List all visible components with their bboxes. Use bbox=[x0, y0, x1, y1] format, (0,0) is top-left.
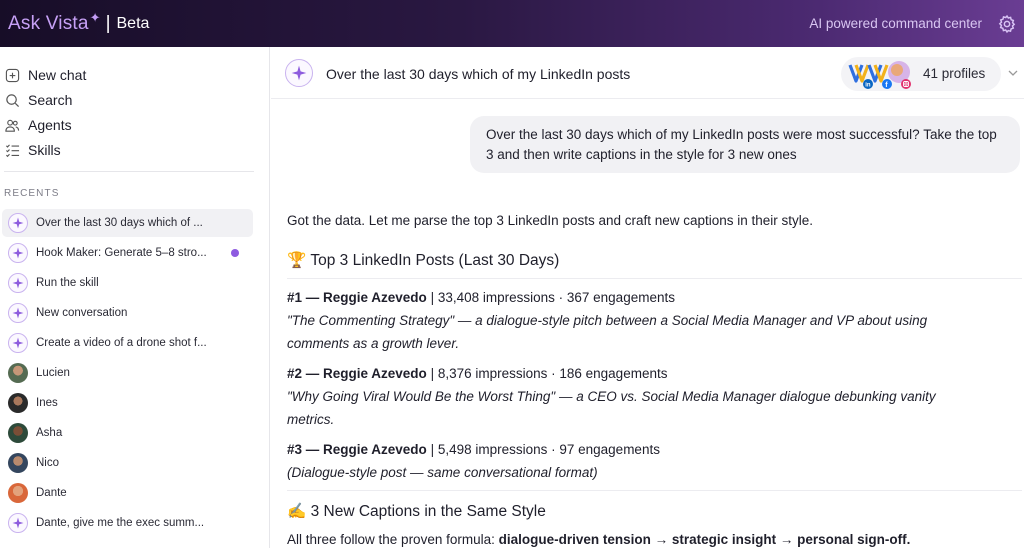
profiles-selector[interactable]: in f 41 profiles bbox=[841, 57, 1001, 91]
sidebar: New chat Search Agents Skills RECENTS Ov… bbox=[0, 47, 270, 548]
unread-dot bbox=[231, 249, 239, 257]
recent-item[interactable]: Nico bbox=[2, 449, 253, 477]
recent-label: Create a video of a drone shot f... bbox=[36, 337, 207, 349]
post-1-desc-line2: comments as a growth lever. bbox=[287, 336, 460, 351]
vista-logo-icon bbox=[867, 64, 889, 83]
section-title: Top 3 LinkedIn Posts (Last 30 Days) bbox=[310, 252, 560, 269]
svg-text:in: in bbox=[865, 83, 871, 89]
brand-separator: | bbox=[105, 12, 111, 34]
post-rank: #1 — Reggie Azevedo bbox=[287, 290, 427, 305]
divider bbox=[287, 278, 1022, 279]
post-2-desc-line2: metrics. bbox=[287, 412, 335, 427]
chevron-down-icon[interactable] bbox=[1008, 69, 1018, 77]
recent-item[interactable]: Dante, give me the exec summ... bbox=[2, 509, 253, 537]
recent-item[interactable]: Hook Maker: Generate 5–8 stro... bbox=[2, 239, 253, 267]
brand-name: Ask Vista bbox=[8, 12, 89, 34]
nav-label: Agents bbox=[28, 117, 72, 133]
brand[interactable]: Ask Vista ✦ | Beta bbox=[8, 9, 150, 35]
gear-icon[interactable] bbox=[996, 13, 1018, 35]
avatar bbox=[8, 483, 28, 503]
main-panel: Over the last 30 days which of my Linked… bbox=[271, 47, 1024, 548]
trophy-icon: 🏆 bbox=[287, 252, 307, 269]
checklist-icon bbox=[4, 142, 20, 158]
avatar bbox=[8, 423, 28, 443]
recent-label: Dante bbox=[36, 487, 67, 499]
sparkle-icon bbox=[8, 513, 28, 533]
post-rank: #3 — Reggie Azevedo bbox=[287, 442, 427, 457]
beta-label: Beta bbox=[116, 14, 150, 32]
nav-search[interactable]: Search bbox=[4, 92, 72, 108]
plus-square-icon bbox=[4, 67, 20, 83]
recent-item[interactable]: Run the skill bbox=[2, 269, 253, 297]
section-heading-top-posts: 🏆 Top 3 LinkedIn Posts (Last 30 Days) bbox=[287, 251, 559, 270]
recent-label: Nico bbox=[36, 457, 60, 469]
recents-label: RECENTS bbox=[4, 188, 60, 199]
recent-item[interactable]: Lucien bbox=[2, 359, 253, 387]
recent-item[interactable]: Create a video of a drone shot f... bbox=[2, 329, 253, 357]
profiles-count: 41 profiles bbox=[923, 66, 986, 81]
sparkle-icon bbox=[8, 333, 28, 353]
profile-logos: in f bbox=[847, 59, 917, 89]
recent-label: Hook Maker: Generate 5–8 stro... bbox=[36, 247, 207, 259]
sparkle-icon: ✦ bbox=[89, 9, 101, 25]
recent-item[interactable]: Ines bbox=[2, 389, 253, 417]
chat-title: Over the last 30 days which of my Linked… bbox=[326, 66, 631, 82]
sparkle-icon bbox=[285, 59, 313, 87]
post-stats: | 8,376 impressions · 186 engagements bbox=[430, 366, 668, 381]
recent-label: New conversation bbox=[36, 307, 128, 319]
post-rank: #2 — Reggie Azevedo bbox=[287, 366, 427, 381]
recent-label: Run the skill bbox=[36, 277, 99, 289]
formula-line: All three follow the proven formula: dia… bbox=[287, 532, 910, 547]
nav-label: New chat bbox=[28, 67, 87, 83]
nav-label: Search bbox=[28, 92, 73, 108]
sparkle-icon bbox=[8, 213, 28, 233]
nav-new-chat[interactable]: New chat bbox=[4, 67, 86, 83]
search-icon bbox=[4, 92, 20, 108]
nav-skills[interactable]: Skills bbox=[4, 142, 61, 158]
recent-label: Lucien bbox=[36, 367, 70, 379]
instagram-icon bbox=[901, 79, 911, 89]
section-heading-new-captions: ✍️ 3 New Captions in the Same Style bbox=[287, 502, 546, 521]
sparkle-icon bbox=[8, 273, 28, 293]
sparkle-icon bbox=[8, 303, 28, 323]
people-icon bbox=[4, 117, 20, 133]
post-1-desc-line1: "The Commenting Strategy" — a dialogue-s… bbox=[287, 313, 928, 328]
recent-item[interactable]: Over the last 30 days which of ... bbox=[2, 209, 253, 237]
formula-bold: dialogue-driven tension → strategic insi… bbox=[498, 532, 911, 547]
sidebar-divider bbox=[4, 171, 254, 172]
avatar bbox=[8, 453, 28, 473]
user-message: Over the last 30 days which of my Linked… bbox=[470, 116, 1020, 173]
assistant-intro: Got the data. Let me parse the top 3 Lin… bbox=[287, 213, 814, 228]
vista-logo-icon bbox=[848, 64, 870, 83]
recent-item[interactable]: New conversation bbox=[2, 299, 253, 327]
recent-item[interactable]: Dante bbox=[2, 479, 253, 507]
post-2-header: #2 — Reggie Azevedo | 8,376 impressions … bbox=[287, 366, 667, 381]
recent-label: Over the last 30 days which of ... bbox=[36, 217, 203, 229]
divider bbox=[287, 490, 1022, 491]
top-bar: Ask Vista ✦ | Beta AI powered command ce… bbox=[0, 0, 1024, 47]
recent-item[interactable]: Asha bbox=[2, 419, 253, 447]
post-stats: | 5,498 impressions · 97 engagements bbox=[430, 442, 660, 457]
nav-agents[interactable]: Agents bbox=[4, 117, 72, 133]
post-stats: | 33,408 impressions · 367 engagements bbox=[430, 290, 675, 305]
recent-label: Dante, give me the exec summ... bbox=[36, 517, 205, 529]
sparkle-icon bbox=[8, 243, 28, 263]
chat-header: Over the last 30 days which of my Linked… bbox=[271, 47, 1024, 99]
section-title: 3 New Captions in the Same Style bbox=[310, 503, 546, 520]
post-1-header: #1 — Reggie Azevedo | 33,408 impressions… bbox=[287, 290, 675, 305]
recent-label: Ines bbox=[36, 397, 58, 409]
nav-label: Skills bbox=[28, 142, 61, 158]
post-3-header: #3 — Reggie Azevedo | 5,498 impressions … bbox=[287, 442, 660, 457]
writing-hand-icon: ✍️ bbox=[287, 503, 307, 520]
formula-prefix: All three follow the proven formula: bbox=[287, 532, 499, 547]
post-2-desc-line1: "Why Going Viral Would Be the Worst Thin… bbox=[287, 389, 936, 404]
avatar bbox=[8, 393, 28, 413]
avatar bbox=[8, 363, 28, 383]
recent-label: Asha bbox=[36, 427, 63, 439]
post-3-desc-line1: (Dialogue-style post — same conversation… bbox=[287, 465, 598, 480]
tagline: AI powered command center bbox=[809, 16, 982, 31]
